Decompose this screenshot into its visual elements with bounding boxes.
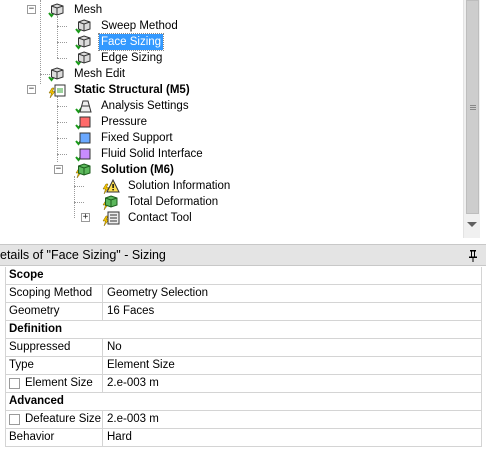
analysis-settings-icon [75, 98, 93, 114]
column-divider [102, 375, 103, 393]
tree-item-label: Face Sizing [97, 33, 165, 51]
column-divider [102, 357, 103, 375]
tree-item-static-structural[interactable]: Static Structural (M5) [0, 82, 260, 99]
column-divider [102, 285, 103, 303]
tree-item-label: Analysis Settings [101, 100, 189, 112]
row-margin [0, 411, 6, 429]
tree-item-edge-sizing[interactable]: Edge Sizing [0, 50, 220, 66]
tree-item-total-deformation[interactable]: Total Deformation [0, 194, 260, 211]
row-margin [0, 303, 6, 321]
column-divider [102, 303, 103, 321]
column-divider [102, 339, 103, 357]
section-label: Scope [9, 269, 44, 281]
property-value[interactable]: No [107, 341, 122, 353]
tree-item-label: Pressure [101, 116, 148, 128]
section-header-scope[interactable]: Scope [0, 267, 482, 285]
tree-item-solution-information[interactable]: Solution Information [0, 178, 260, 195]
property-value[interactable]: Hard [107, 431, 132, 443]
details-grid-border [481, 267, 482, 447]
tree-item-label: Fixed Support [101, 132, 173, 144]
tree-item-label: Total Deformation [128, 196, 219, 208]
row-margin [0, 321, 6, 339]
tree-item-solution[interactable]: Solution (M6) [0, 162, 240, 179]
tree-item-analysis-settings[interactable]: Analysis Settings [0, 98, 240, 114]
pressure-icon [75, 114, 93, 130]
property-name: Behavior [9, 431, 55, 443]
outline-tree: − − − + Mesh Sweep Method Face Sizing Ed… [0, 0, 486, 242]
scroll-down-arrow-icon[interactable] [467, 222, 477, 227]
property-name: Scoping Method [9, 287, 93, 299]
pin-icon[interactable] [468, 250, 478, 262]
tree-item-fluid-solid-interface[interactable]: Fluid Solid Interface [0, 146, 260, 162]
tree-item-mesh[interactable]: Mesh [0, 2, 200, 18]
section-label: Advanced [9, 395, 64, 407]
section-header-definition[interactable]: Definition [0, 321, 482, 339]
property-value[interactable]: 16 Faces [107, 305, 154, 317]
row-margin [0, 429, 6, 447]
details-panel-title: etails of "Face Sizing" - Sizing [0, 248, 166, 262]
tree-item-mesh-edit[interactable]: Mesh Edit [0, 66, 220, 82]
property-name: Suppressed [9, 341, 71, 353]
property-row-element-size[interactable]: Element Size 2.e-003 m [0, 375, 482, 393]
section-label: Definition [9, 323, 63, 335]
tree-item-face-sizing[interactable]: Face Sizing [0, 33, 220, 51]
column-divider [102, 429, 103, 447]
property-name: Element Size [25, 377, 93, 389]
property-value[interactable]: 2.e-003 m [107, 413, 159, 425]
static-structural-icon [48, 82, 66, 99]
tree-item-sweep-method[interactable]: Sweep Method [0, 18, 220, 34]
edge-sizing-icon [75, 50, 93, 66]
scrollbar-thumb[interactable] [466, 0, 479, 214]
property-name: Geometry [9, 305, 60, 317]
property-value[interactable]: Geometry Selection [107, 287, 208, 299]
property-row-geometry[interactable]: Geometry 16 Faces [0, 303, 482, 321]
mesh-icon [48, 2, 66, 18]
tree-item-label: Static Structural (M5) [74, 84, 190, 96]
tree-item-label: Edge Sizing [101, 52, 163, 64]
property-row-type[interactable]: Type Element Size [0, 357, 482, 375]
sweep-method-icon [75, 18, 93, 34]
tree-item-label: Mesh Edit [74, 68, 126, 80]
mesh-edit-icon [48, 66, 66, 82]
tree-item-label: Fluid Solid Interface [101, 148, 203, 160]
property-row-suppressed[interactable]: Suppressed No [0, 339, 482, 357]
column-divider [102, 411, 103, 429]
property-value[interactable]: Element Size [107, 359, 175, 371]
property-row-defeature-size[interactable]: Defeature Size 2.e-003 m [0, 411, 482, 429]
tree-item-contact-tool[interactable]: Contact Tool [0, 210, 260, 227]
tree-item-label: Mesh [74, 4, 103, 16]
fixed-support-icon [75, 130, 93, 146]
scrollbar-grip-icon [470, 105, 476, 111]
details-panel-header: etails of "Face Sizing" - Sizing [0, 244, 486, 266]
row-margin [0, 285, 6, 303]
row-margin [0, 357, 6, 375]
tree-item-label: Solution Information [128, 180, 231, 192]
tree-item-label: Sweep Method [101, 20, 178, 32]
face-sizing-icon [75, 34, 93, 50]
tree-item-label: Contact Tool [128, 212, 192, 224]
property-name: Defeature Size [25, 413, 102, 425]
contact-tool-icon [102, 210, 120, 227]
section-header-advanced[interactable]: Advanced [0, 393, 482, 411]
row-margin [0, 267, 6, 285]
row-margin [0, 393, 6, 411]
tree-item-label: Solution (M6) [101, 164, 174, 176]
fluid-solid-interface-icon [75, 146, 93, 162]
row-margin [0, 339, 6, 357]
parameter-checkbox[interactable] [9, 414, 20, 425]
total-deformation-icon [102, 194, 120, 211]
solution-icon [75, 162, 93, 179]
vertical-scrollbar[interactable] [463, 0, 480, 238]
property-value[interactable]: 2.e-003 m [107, 377, 159, 389]
property-row-behavior[interactable]: Behavior Hard [0, 429, 482, 447]
row-margin [0, 375, 6, 393]
parameter-checkbox[interactable] [9, 378, 20, 389]
tree-item-pressure[interactable]: Pressure [0, 114, 240, 130]
solution-information-icon [102, 178, 120, 195]
tree-item-fixed-support[interactable]: Fixed Support [0, 130, 240, 146]
property-name: Type [9, 359, 34, 371]
property-row-scoping-method[interactable]: Scoping Method Geometry Selection [0, 285, 482, 303]
